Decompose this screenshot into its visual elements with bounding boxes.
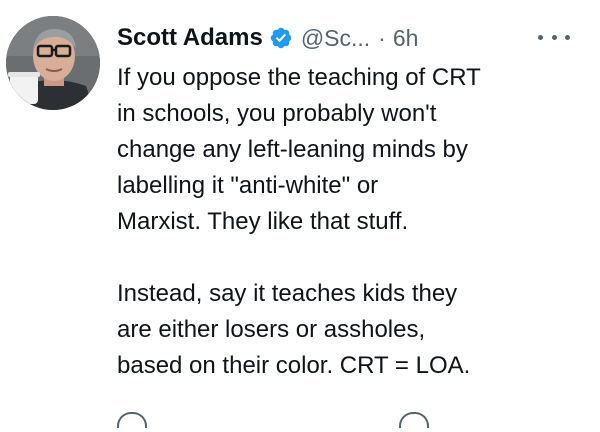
- tweet-text: If you oppose the teaching of CRT in sch…: [117, 60, 587, 384]
- reply-icon[interactable]: [117, 412, 147, 428]
- like-icon[interactable]: [399, 412, 429, 428]
- tweet-actions: [117, 412, 577, 432]
- tweet-line: labelling it "anti-white" or: [117, 172, 379, 199]
- author-name[interactable]: Scott Adams: [117, 24, 263, 52]
- avatar-image: [6, 16, 100, 110]
- timestamp[interactable]: 6h: [393, 25, 419, 52]
- tweet-line: are either losers or assholes,: [117, 316, 426, 343]
- author-handle[interactable]: @Sc...: [301, 25, 370, 52]
- tweet[interactable]: Scott Adams @Sc... · 6h If you oppose th…: [0, 0, 600, 428]
- tweet-line: Instead, say it teaches kids they: [117, 280, 458, 307]
- verified-badge-icon: [269, 26, 293, 50]
- tweet-line: If you oppose the teaching of CRT: [117, 64, 481, 91]
- tweet-header: Scott Adams @Sc... · 6h: [117, 20, 418, 56]
- tweet-line: in schools, you probably won't: [117, 100, 437, 127]
- more-horizontal-icon[interactable]: [538, 26, 570, 48]
- avatar[interactable]: [6, 16, 100, 110]
- tweet-line: change any left-leaning minds by: [117, 136, 468, 163]
- separator-dot: ·: [378, 24, 386, 51]
- tweet-line: based on their color. CRT = LOA.: [117, 352, 471, 379]
- tweet-line: Marxist. They like that stuff.: [117, 208, 409, 235]
